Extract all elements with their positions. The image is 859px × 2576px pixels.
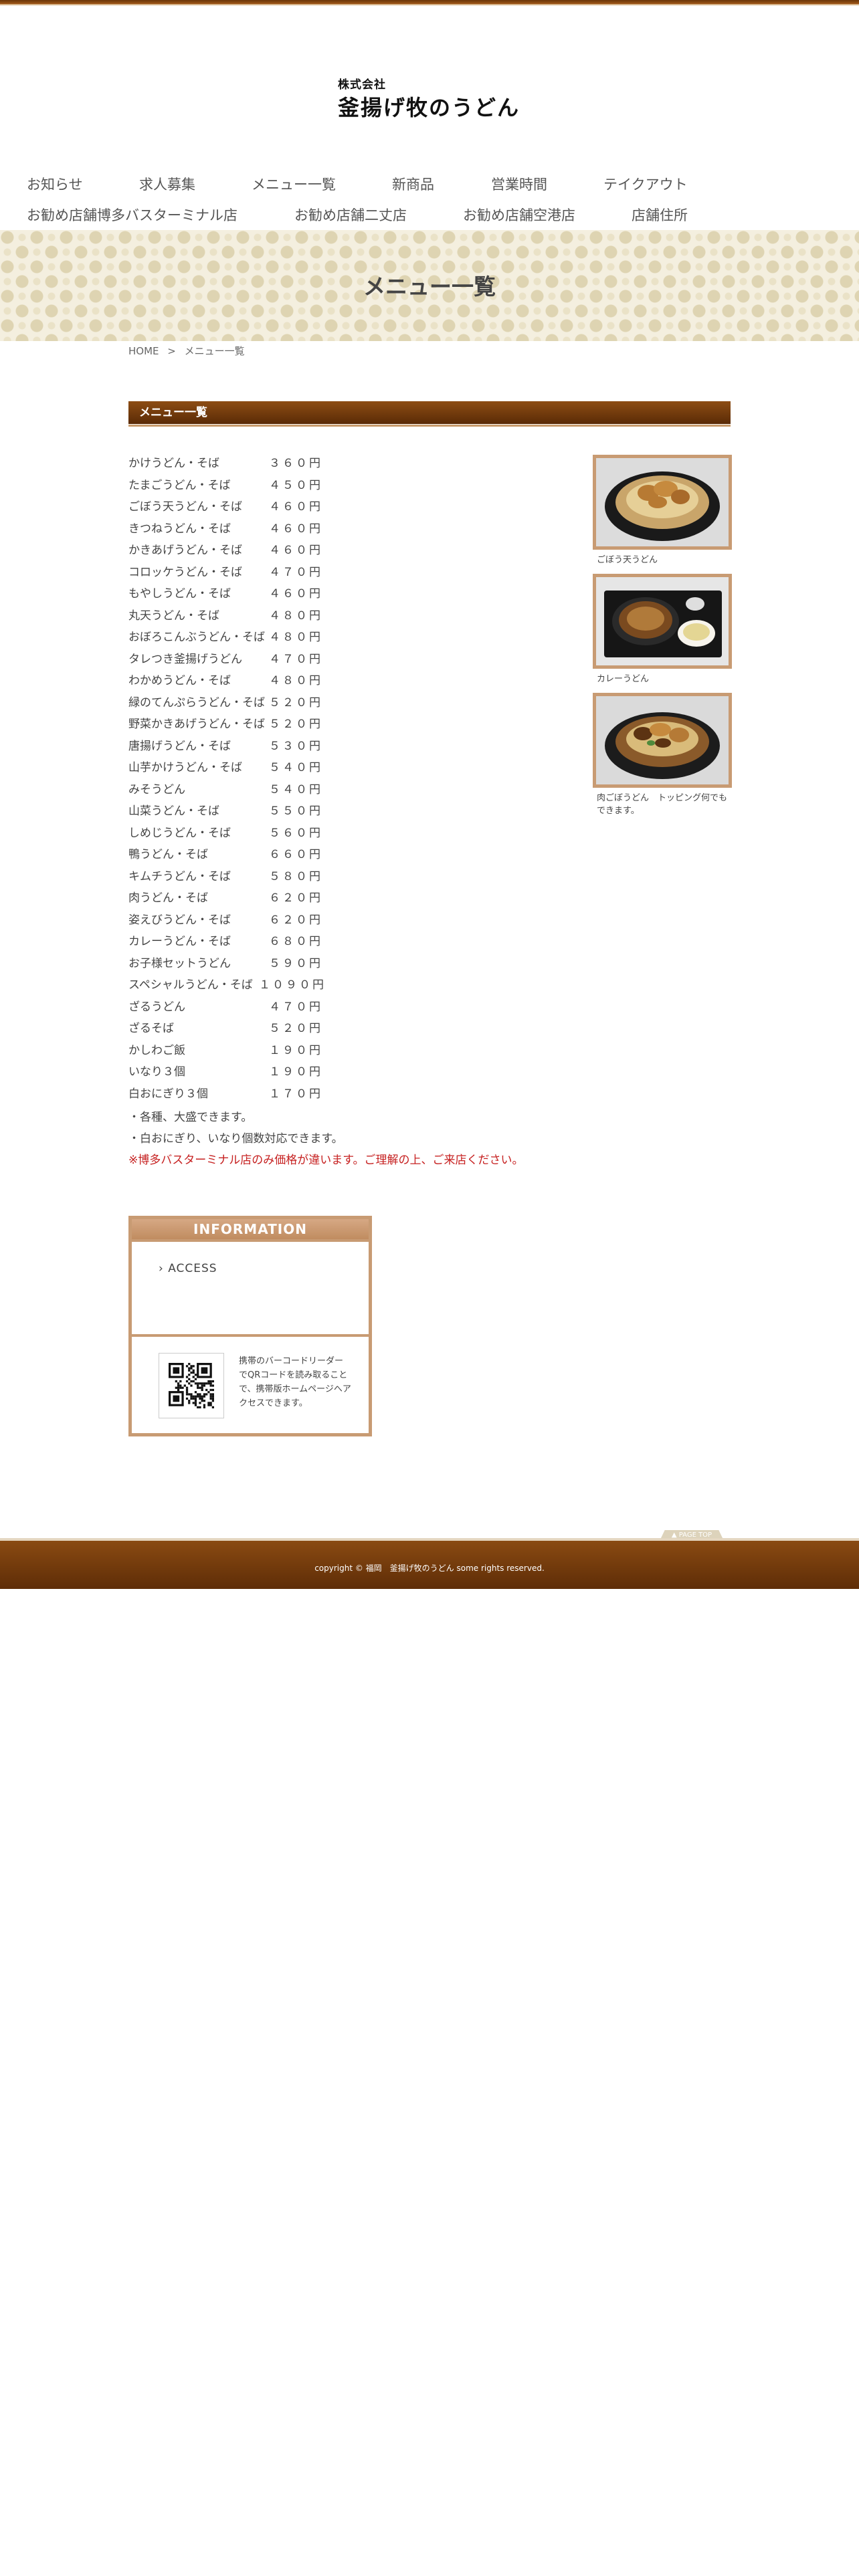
menu-item-price: ５５０円	[269, 804, 322, 818]
menu-item-name: 山菜うどん・そば	[128, 804, 219, 818]
menu-item-name: キムチうどん・そば	[128, 869, 231, 883]
breadcrumb-current: メニュー一覧	[184, 345, 245, 357]
menu-item-name: わかめうどん・そば	[128, 674, 231, 687]
menu-item-price: １０９０円	[259, 978, 326, 992]
menu-item-name: 野菜かきあげうどん・そば	[128, 718, 265, 731]
menu-item-name: 姿えびうどん・そば	[128, 913, 231, 927]
information-divider-top	[132, 1239, 369, 1242]
menu-item-price: １７０円	[269, 1087, 322, 1101]
menu-item-name: 山芋かけうどん・そば	[128, 761, 242, 774]
menu-item-name: 白おにぎり３個	[128, 1087, 208, 1101]
menu-item-price: ４６０円	[269, 587, 322, 601]
menu-item-price: ４６０円	[269, 522, 322, 536]
global-nav-row1: お知らせ 求人募集 メニュー一覧 新商品 営業時間 テイクアウト	[0, 170, 859, 198]
menu-item-name: 丸天うどん・そば	[128, 609, 219, 623]
nav-item-menu[interactable]: メニュー一覧	[252, 174, 336, 194]
menu-item-name: ざるそば	[128, 1022, 174, 1035]
photo-caption-niku-gobou: 肉ごぼうどん トッピング何でもできます。	[597, 793, 728, 816]
photo-curry-udon	[593, 574, 732, 669]
menu-item-price: ５２０円	[269, 718, 322, 731]
logo-brand-name: 釜揚げ牧のうどん	[338, 95, 520, 120]
menu-item-name: 肉うどん・そば	[128, 891, 208, 905]
menu-item-price: ４７０円	[269, 565, 322, 579]
nav-item-recruit[interactable]: 求人募集	[139, 174, 195, 194]
menu-item-price: ４７０円	[269, 1000, 322, 1014]
menu-item-price: ６２０円	[269, 891, 322, 905]
page-title: メニュー一覧	[363, 274, 496, 300]
menu-item-name: しめじうどん・そば	[128, 826, 231, 840]
menu-item-name: カレーうどん・そば	[128, 935, 231, 948]
menu-item-price: ４８０円	[269, 631, 322, 644]
breadcrumb-separator: >	[167, 345, 176, 357]
photo-niku-gobou-udon	[593, 693, 732, 788]
menu-item-price: １９０円	[269, 1065, 322, 1079]
nav-item-takeout[interactable]: テイクアウト	[603, 174, 688, 194]
menu-item-name: かきあげうどん・そば	[128, 544, 242, 557]
menu-item-price: ５９０円	[269, 956, 322, 970]
qr-description: 携帯のバーコードリーダーでQRコードを読み取ることで、携帯版ホームページへアクセ…	[239, 1356, 351, 1408]
nav-item-new-products[interactable]: 新商品	[392, 174, 434, 194]
information-title: INFORMATION	[132, 1219, 369, 1239]
photo-caption-gobou: ごぼう天うどん	[597, 555, 658, 565]
menu-item-price: ５６０円	[269, 826, 322, 840]
menu-item-name: ざるうどん	[128, 1000, 185, 1014]
information-box: INFORMATION › ACCESS 携帯のバーコードリーダーでQRコードを…	[128, 1216, 372, 1436]
menu-item-price: ４５０円	[269, 478, 322, 492]
note-price-warning: ※博多バスターミナル店のみ価格が違います。ご理解の上、ご来店ください。	[128, 1154, 524, 1167]
copyright-text: copyright © 福岡 釜揚げ牧のうどん some rights rese…	[314, 1564, 545, 1573]
menu-item-price: ６６０円	[269, 848, 322, 861]
menu-item-price: １９０円	[269, 1043, 322, 1057]
menu-item-name: かしわご飯	[128, 1043, 185, 1057]
menu-item-name: コロッケうどん・そば	[128, 565, 242, 579]
information-divider-mid	[132, 1334, 369, 1337]
menu-item-price: ４６０円	[269, 500, 322, 514]
menu-item-name: 緑のてんぷらうどん・そば	[128, 695, 265, 710]
nav-item-nijo[interactable]: お勧め店舗二丈店	[294, 205, 407, 225]
menu-item-name: いなり３個	[128, 1065, 185, 1079]
menu-item-price: ４６０円	[269, 544, 322, 557]
logo-company-type: 株式会社	[338, 78, 386, 92]
menu-item-name: おぼろこんぶうどん・そば	[128, 631, 265, 644]
menu-item-name: 唐揚げうどん・そば	[128, 739, 231, 753]
menu-item-name: ごぼう天うどん・そば	[128, 500, 242, 514]
menu-item-price: ５２０円	[269, 1022, 322, 1035]
menu-item-price: ６２０円	[269, 913, 322, 927]
menu-item-name: タレつき釜揚げうどん	[128, 652, 242, 666]
menu-item-price: ３６０円	[269, 457, 322, 470]
breadcrumb: HOME > メニュー一覧	[128, 344, 250, 358]
menu-item-price: ５４０円	[269, 761, 322, 774]
nav-item-airport[interactable]: お勧め店舗空港店	[463, 205, 575, 225]
menu-item-price: ６８０円	[269, 935, 322, 948]
breadcrumb-home-link[interactable]: HOME	[128, 345, 159, 357]
menu-item-name: きつねうどん・そば	[128, 522, 231, 536]
menu-item-name: たまごうどん・そば	[128, 478, 231, 492]
menu-item-name: かけうどん・そば	[128, 457, 219, 470]
top-accent-line	[0, 4, 859, 5]
global-nav-row2: お勧め店舗博多バスターミナル店 お勧め店舗二丈店 お勧め店舗空港店 店舗住所	[0, 201, 859, 229]
site-logo[interactable]: 株式会社 釜揚げ牧のうどん	[338, 75, 525, 122]
qr-code	[159, 1353, 224, 1418]
nav-item-news[interactable]: お知らせ	[27, 174, 83, 194]
menu-item-price: ５８０円	[269, 869, 322, 883]
section-heading: メニュー一覧	[128, 401, 731, 427]
menu-item-price: ５４０円	[269, 782, 322, 796]
menu-item-price: ４８０円	[269, 609, 322, 623]
photo-caption-curry: カレーうどん	[597, 674, 650, 684]
note-rice-count: ・白おにぎり、いなり個数対応できます。	[128, 1132, 343, 1146]
menu-item-name: スペシャルうどん・そば	[128, 978, 253, 992]
menu-item-price: ５３０円	[269, 739, 322, 753]
nav-item-store-addresses[interactable]: 店舗住所	[632, 205, 688, 225]
menu-item-price: ４８０円	[269, 674, 322, 687]
access-link[interactable]: › ACCESS	[159, 1262, 217, 1275]
menu-item-price: ５２０円	[269, 695, 322, 710]
photo-gobou-udon	[593, 455, 732, 550]
nav-item-hours[interactable]: 営業時間	[491, 174, 547, 194]
menu-item-name: お子様セットうどん	[128, 956, 231, 970]
menu-item-price: ４７０円	[269, 652, 322, 666]
menu-item-name: もやしうどん・そば	[128, 587, 231, 601]
menu-item-name: みそうどん	[128, 782, 185, 796]
note-large-size: ・各種、大盛できます。	[128, 1111, 253, 1124]
nav-item-hakata-bus-terminal[interactable]: お勧め店舗博多バスターミナル店	[27, 205, 237, 225]
menu-item-name: 鴨うどん・そば	[128, 848, 208, 861]
